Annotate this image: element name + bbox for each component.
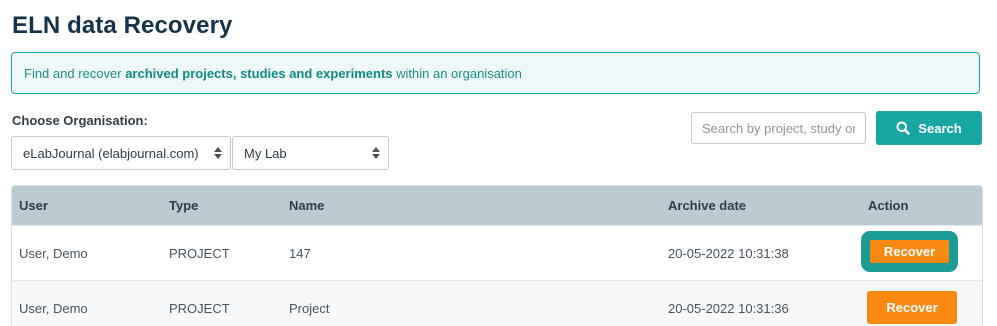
cell-archive-date: 20-05-2022 10:31:36 — [668, 300, 789, 316]
column-header-user[interactable]: User — [19, 186, 48, 225]
column-header-type[interactable]: Type — [169, 186, 198, 225]
cell-user: User, Demo — [19, 245, 88, 261]
search-input[interactable] — [691, 112, 866, 144]
select-caret-icon — [372, 146, 380, 160]
recover-button-highlight: Recover — [861, 231, 958, 272]
search-icon — [896, 121, 911, 135]
table-row: User, Demo PROJECT 147 20-05-2022 10:31:… — [12, 225, 982, 280]
page-title: ELN data Recovery — [12, 12, 233, 39]
recover-button[interactable]: Recover — [870, 240, 949, 263]
eln-recovery-page: ELN data Recovery Find and recover archi… — [0, 0, 997, 326]
column-header-action: Action — [868, 198, 909, 213]
column-header-archive-date[interactable]: Archive date — [668, 186, 746, 225]
cell-type: PROJECT — [169, 300, 230, 316]
recover-button[interactable]: Recover — [867, 291, 957, 324]
column-header-name[interactable]: Name — [289, 186, 324, 225]
archive-table: User Type Name Archive date Action User,… — [11, 185, 983, 326]
lab-select[interactable]: My Lab — [232, 136, 389, 170]
info-text-suffix: within an organisation — [396, 65, 522, 81]
organisation-select-value: eLabJournal (elabjournal.com) — [23, 145, 199, 161]
info-banner: Find and recover archived projects, stud… — [11, 52, 980, 94]
lab-select-value: My Lab — [244, 145, 287, 161]
cell-name: Project — [289, 300, 330, 316]
cell-name: 147 — [289, 245, 311, 261]
select-caret-icon — [214, 146, 222, 160]
table-row: User, Demo PROJECT Project 20-05-2022 10… — [12, 280, 982, 326]
cell-user: User, Demo — [19, 300, 88, 316]
info-text-prefix: Find and recover — [24, 65, 122, 81]
cell-type: PROJECT — [169, 245, 230, 261]
info-text-highlight: archived projects, studies and experimen… — [125, 65, 393, 81]
organisation-select[interactable]: eLabJournal (elabjournal.com) — [11, 136, 231, 170]
table-header: User Type Name Archive date Action — [12, 186, 982, 225]
search-button[interactable]: Search — [876, 111, 982, 145]
cell-archive-date: 20-05-2022 10:31:38 — [668, 245, 789, 261]
search-button-label: Search — [918, 120, 962, 136]
organisation-label: Choose Organisation: — [12, 113, 148, 128]
